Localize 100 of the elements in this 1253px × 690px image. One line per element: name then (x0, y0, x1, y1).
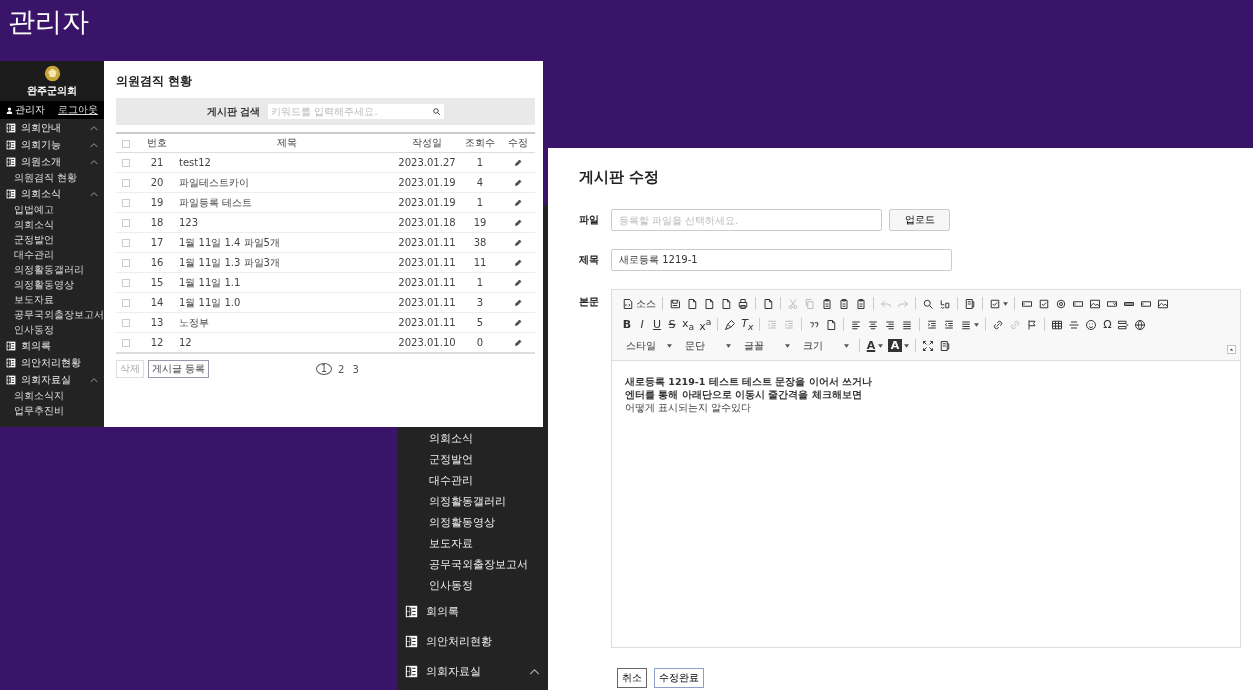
chevron-icon[interactable] (90, 158, 98, 165)
checkbox[interactable] (122, 239, 130, 247)
sidebar-item[interactable]: 의회자료실 (426, 663, 521, 679)
board-button[interactable]: 게시글 등록 (148, 360, 210, 378)
pencil-icon[interactable] (514, 279, 522, 287)
toolbar-button[interactable]: 소스 (620, 294, 658, 313)
sidebar-subitem[interactable]: 입법예고 (0, 202, 104, 217)
sidebar-subitem[interactable]: 군정발언 (0, 232, 104, 247)
sidebar-subitem[interactable]: 대수관리 (0, 247, 104, 262)
sidebar-item[interactable]: 회의록 (426, 603, 540, 619)
sidebar-item[interactable]: 의회안내 (21, 120, 85, 135)
format-button[interactable]: B (620, 315, 634, 334)
sidebar-subitem[interactable]: 의정활동영상 (0, 277, 104, 292)
post-title-link[interactable]: 1월 11일 1.0 (178, 292, 395, 313)
format-dropdown[interactable]: 크기 (797, 338, 855, 353)
chevron-icon[interactable] (90, 124, 98, 131)
table-cell: 18 (136, 212, 178, 233)
table-cell: 4 (459, 172, 501, 193)
checkbox[interactable] (122, 319, 130, 327)
chevron-icon[interactable] (90, 141, 98, 148)
format-button[interactable]: A (886, 336, 911, 355)
sidebar-subitem[interactable]: 의회소식 (397, 428, 548, 449)
page-link[interactable]: 3 (350, 363, 361, 375)
search-field[interactable]: 키워드를 입력해주세요. (268, 104, 445, 119)
chevron-icon[interactable] (529, 667, 540, 675)
sidebar-subitem[interactable]: 의정활동갤러리 (0, 262, 104, 277)
format-dropdown[interactable]: 글꼴 (738, 338, 796, 353)
sidebar-subitem[interactable]: 의회소식지 (0, 388, 104, 403)
sidebar-subitem[interactable]: 공무국외출장보고서 (0, 307, 104, 322)
format-button[interactable]: Ω (1100, 315, 1115, 334)
pencil-icon[interactable] (514, 199, 522, 207)
checkbox[interactable] (122, 139, 130, 148)
form-button[interactable]: 취소 (617, 668, 647, 688)
sidebar-subitem[interactable]: 의원겸직 현황 (0, 170, 104, 185)
sidebar-item[interactable]: 의안처리현황 (21, 355, 98, 370)
post-title-link[interactable]: 파일등록 테스트 (178, 192, 395, 213)
form-button[interactable]: 수정완료 (654, 668, 704, 688)
checkbox[interactable] (122, 339, 130, 347)
checkbox[interactable] (122, 179, 130, 187)
sidebar-item[interactable]: 의회소식 (21, 186, 85, 201)
sidebar-subitem[interactable]: 의회소식 (0, 217, 104, 232)
table-cell: 0 (459, 332, 501, 353)
pencil-icon[interactable] (514, 339, 522, 347)
sidebar-item[interactable]: 의원소개 (21, 154, 85, 169)
format-button[interactable]: S (665, 315, 679, 334)
sidebar-subitem[interactable]: 대수관리 (397, 470, 548, 491)
checkbox[interactable] (122, 159, 130, 167)
post-title-link[interactable]: 12 (178, 332, 395, 353)
checkbox[interactable] (122, 279, 130, 287)
pencil-icon[interactable] (514, 219, 522, 227)
sidebar-subitem[interactable]: 인사동정 (397, 575, 548, 596)
file-field[interactable]: 등록할 파일을 선택하세요. (611, 209, 882, 231)
logout-link[interactable]: 로그아웃 (58, 103, 98, 117)
table-cell: 19 (459, 212, 501, 233)
upload-button[interactable]: 업로드 (889, 209, 950, 231)
sidebar-subitem[interactable]: 업무추진비 (0, 403, 104, 418)
checkbox[interactable] (122, 259, 130, 267)
pencil-icon[interactable] (514, 299, 522, 307)
sidebar-subitem[interactable]: 의정활동갤러리 (397, 491, 548, 512)
chevron-icon[interactable] (90, 190, 98, 197)
pencil-icon[interactable] (514, 259, 522, 267)
format-button[interactable]: I (635, 315, 649, 334)
format-button[interactable]: A (864, 336, 885, 355)
sidebar-subitem[interactable]: 의정활동영상 (397, 512, 548, 533)
post-title-link[interactable]: test12 (178, 152, 395, 173)
sidebar-subitem[interactable]: 보도자료 (397, 533, 548, 554)
search-icon[interactable] (432, 107, 442, 116)
post-title-link[interactable]: 노정부 (178, 312, 395, 333)
sidebar-item[interactable]: 회의록 (21, 338, 98, 353)
post-title-link[interactable]: 1월 11일 1.1 (178, 272, 395, 293)
checkbox[interactable] (122, 299, 130, 307)
checkbox[interactable] (122, 199, 130, 207)
sidebar-item[interactable]: 의회기능 (21, 137, 85, 152)
post-title-link[interactable]: 파일테스트카이 (178, 172, 395, 193)
pencil-icon[interactable] (514, 319, 522, 327)
format-button[interactable]: T$_{x}$ (739, 315, 756, 334)
table-cell: 1 (459, 192, 501, 213)
post-title-link[interactable]: 1월 11일 1.4 파일5개 (178, 232, 395, 253)
sidebar-subitem[interactable]: 인사동정 (0, 322, 104, 337)
editor-content[interactable]: 새로등록 1219-1 테스트 테스트 문장을 이어서 쓰거나 엔터를 통해 아래단으로 이동시 줄간격을 체크해보면 어떻게 표시되는지 알수있다 (612, 361, 1240, 647)
chevron-icon[interactable] (90, 376, 98, 383)
pencil-icon[interactable] (514, 239, 522, 247)
format-dropdown[interactable]: 문단 (679, 338, 737, 353)
pencil-icon[interactable] (514, 159, 522, 167)
sidebar-subitem[interactable]: 보도자료 (0, 292, 104, 307)
format-button[interactable]: x$_{a}$ (680, 315, 697, 334)
collapse-toolbar-icon[interactable] (1227, 345, 1236, 354)
format-button[interactable]: U (650, 315, 664, 334)
sidebar-subitem[interactable]: 군정발언 (397, 449, 548, 470)
page-link[interactable]: 2 (336, 363, 347, 375)
pencil-icon[interactable] (514, 179, 522, 187)
checkbox[interactable] (122, 219, 130, 227)
sidebar-item[interactable]: 의안처리현황 (426, 633, 540, 649)
title-field[interactable]: 새로등록 1219-1 (611, 249, 952, 271)
format-button[interactable]: x$^{a}$ (697, 315, 714, 334)
sidebar-subitem[interactable]: 공무국외출장보고서 (397, 554, 548, 575)
post-title-link[interactable]: 123 (178, 212, 395, 233)
post-title-link[interactable]: 1월 11일 1.3 파일3개 (178, 252, 395, 273)
sidebar-item[interactable]: 의회자료실 (21, 372, 85, 387)
format-dropdown[interactable]: 스타일 (620, 338, 678, 353)
